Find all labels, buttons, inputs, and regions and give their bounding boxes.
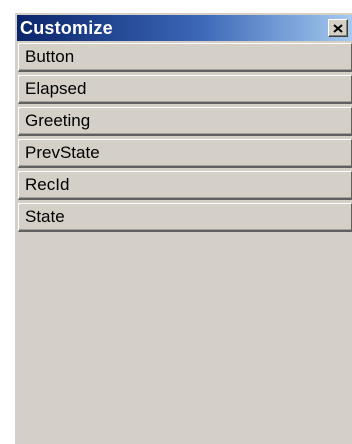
list-item-label: PrevState [25, 143, 100, 162]
close-icon [333, 23, 343, 33]
title-bar[interactable]: Customize [17, 15, 352, 41]
list-item-button[interactable]: Button [18, 43, 352, 72]
list-item-prevstate[interactable]: PrevState [18, 139, 352, 168]
list-item-state[interactable]: State [18, 203, 352, 232]
empty-panel-area [18, 235, 352, 444]
window-title: Customize [20, 17, 113, 38]
list-item-label: RecId [25, 175, 70, 194]
list-item-label: Greeting [25, 111, 91, 130]
list-item-label: Elapsed [25, 79, 87, 98]
list-item-greeting[interactable]: Greeting [18, 107, 352, 136]
list-item-label: Button [25, 47, 75, 66]
close-button[interactable] [328, 19, 348, 37]
list-item-elapsed[interactable]: Elapsed [18, 75, 352, 104]
list-item-recid[interactable]: RecId [18, 171, 352, 200]
command-list: Button Elapsed Greeting PrevState RecId … [18, 43, 352, 235]
list-item-label: State [25, 207, 65, 226]
customize-window: Customize Button Elapsed Greeting PrevSt… [14, 12, 352, 444]
